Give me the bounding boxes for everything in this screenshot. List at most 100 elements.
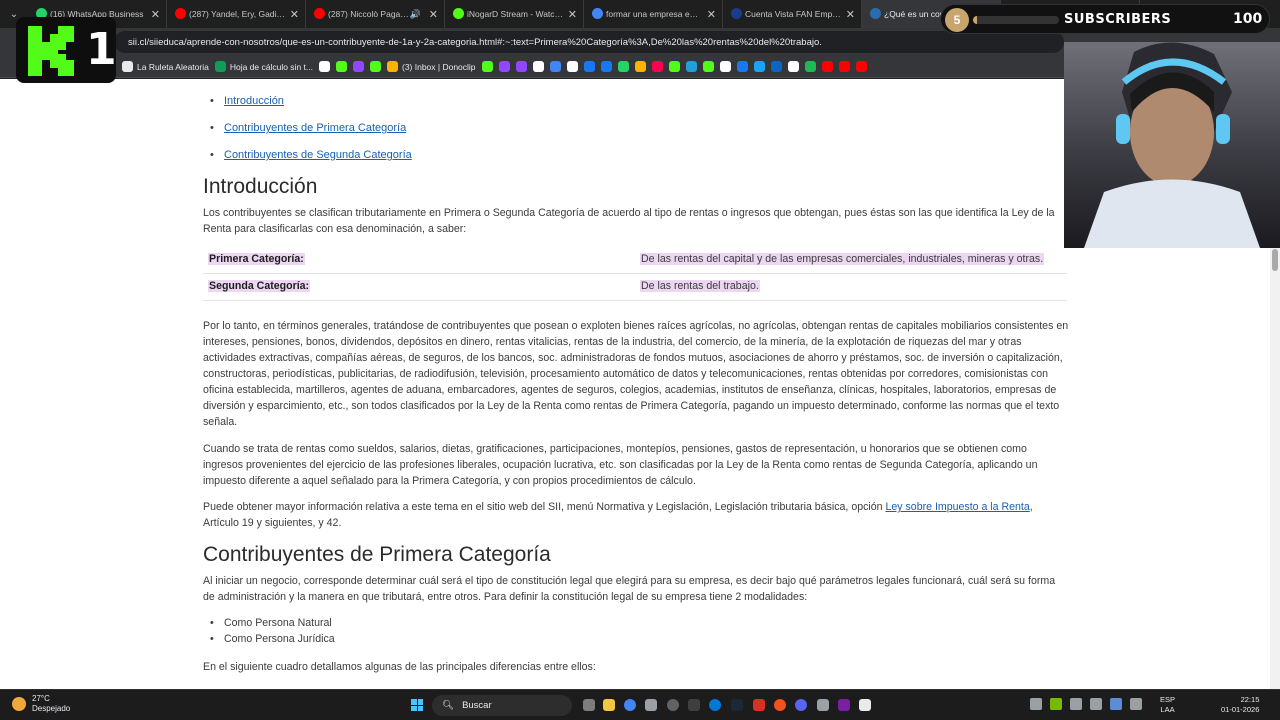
bookmark-favicon-icon <box>214 61 226 72</box>
browser-tab[interactable]: (287) Niccolò Paganini...🔊 ✕ <box>306 0 445 28</box>
chrome-icon[interactable] <box>624 699 636 711</box>
file-explorer-icon[interactable] <box>603 699 615 711</box>
mic-icon[interactable] <box>1130 698 1142 710</box>
browser-tab[interactable]: (287) Yandel, Ery, Gadiel, ... ✕ <box>167 0 306 28</box>
bookmark-item[interactable] <box>770 61 782 72</box>
table-value: De las rentas del trabajo. <box>640 280 760 292</box>
tab-close-icon[interactable]: ✕ <box>846 8 855 21</box>
bookmark-favicon-icon <box>634 61 646 72</box>
bookmark-item[interactable] <box>549 61 561 72</box>
bookmark-item[interactable] <box>583 61 595 72</box>
tray-icon[interactable] <box>1030 698 1042 710</box>
bookmark-item[interactable]: Hoja de cálculo sin t... <box>214 61 313 72</box>
address-bar[interactable]: sii.cl/siieduca/aprende-con-nosotros/que… <box>114 31 1064 53</box>
bookmark-item[interactable] <box>600 61 612 72</box>
taskbar-search[interactable]: 🔍︎ Buscar <box>432 695 572 716</box>
bookmark-favicon-icon <box>335 61 347 72</box>
subscriber-progress-bar <box>973 16 1059 24</box>
app-icon[interactable] <box>838 699 850 711</box>
nvidia-icon[interactable] <box>1050 698 1062 710</box>
tray-icon[interactable] <box>1090 698 1102 710</box>
bookmark-item[interactable] <box>753 61 765 72</box>
windows-start-icon[interactable] <box>411 699 423 711</box>
browser-tab[interactable]: Cuenta Vista FAN Empren... ✕ <box>723 0 862 28</box>
tab-title: (287) Niccolò Paganini... <box>328 9 410 19</box>
language-code: ESP <box>1160 695 1176 704</box>
app-icon[interactable] <box>667 699 679 711</box>
toc-link-segunda-categoria[interactable]: Contribuyentes de Segunda Categoría <box>210 149 412 161</box>
intro-paragraph: Los contribuyentes se clasifican tributa… <box>203 207 1055 235</box>
steam-icon[interactable] <box>731 699 743 711</box>
bookmark-item[interactable] <box>634 61 646 72</box>
bookmark-item[interactable] <box>352 61 364 72</box>
bookmark-item[interactable] <box>498 61 510 72</box>
bookmark-item[interactable] <box>702 61 714 72</box>
tray-icon[interactable] <box>1110 698 1122 710</box>
bookmark-item[interactable] <box>335 61 347 72</box>
weather-condition: Despejado <box>32 704 71 713</box>
clock-time: 22:15 <box>1240 695 1260 704</box>
bookmark-item[interactable] <box>318 61 330 72</box>
bookmark-item[interactable] <box>566 61 578 72</box>
tab-favicon-icon <box>870 8 881 19</box>
app-icon[interactable] <box>774 699 786 711</box>
webcam-overlay <box>1064 42 1280 248</box>
tab-favicon-icon <box>175 8 186 19</box>
app-icon[interactable] <box>709 699 721 711</box>
tab-title: formar una empresa en ch... <box>606 9 703 19</box>
bookmark-item[interactable] <box>804 61 816 72</box>
bookmark-favicon-icon <box>583 61 595 72</box>
ley-renta-link[interactable]: Ley sobre Impuesto a la Renta <box>885 501 1029 513</box>
subscriber-progress-fill <box>973 16 978 24</box>
bookmark-item[interactable] <box>719 61 731 72</box>
bookmark-favicon-icon <box>787 61 799 72</box>
channel-logo: 1 <box>16 17 117 83</box>
tab-close-icon[interactable]: ✕ <box>290 8 299 21</box>
subscriber-label: SUBSCRIBERS <box>1064 12 1172 27</box>
app-icon[interactable] <box>645 699 657 711</box>
bookmark-item[interactable] <box>651 61 663 72</box>
tab-title: Cuenta Vista FAN Empren... <box>745 9 842 19</box>
tab-close-icon[interactable]: ✕ <box>429 8 438 21</box>
tab-close-icon[interactable]: ✕ <box>568 8 577 21</box>
bookmark-item[interactable] <box>481 61 493 72</box>
bookmark-label: Hoja de cálculo sin t... <box>229 61 313 72</box>
tab-favicon-icon <box>731 8 742 19</box>
tab-close-icon[interactable]: ✕ <box>151 8 160 21</box>
tray-icon[interactable] <box>1070 698 1082 710</box>
bookmark-item[interactable]: (3) Inbox | Donoclip <box>386 61 476 72</box>
app-icon[interactable] <box>688 699 700 711</box>
toc-link-introduccion[interactable]: Introducción <box>210 95 284 107</box>
app-icon[interactable] <box>753 699 765 711</box>
bookmark-item[interactable] <box>532 61 544 72</box>
tab-close-icon[interactable]: ✕ <box>707 8 716 21</box>
bookmark-favicon-icon <box>498 61 510 72</box>
clock[interactable]: 22:15 01-01-2026 <box>1221 695 1259 715</box>
bookmark-item[interactable] <box>821 61 833 72</box>
bookmark-label: (3) Inbox | Donoclip <box>401 61 476 72</box>
app-icon[interactable] <box>817 699 829 711</box>
bookmark-favicon-icon <box>719 61 731 72</box>
discord-icon[interactable] <box>795 699 807 711</box>
scrollbar-thumb[interactable] <box>1272 249 1278 271</box>
bookmark-favicon-icon <box>386 61 398 72</box>
language-indicator[interactable]: ESP LAA <box>1160 695 1175 715</box>
tab-audio-icon[interactable]: 🔊 <box>410 9 421 20</box>
bookmark-item[interactable] <box>668 61 680 72</box>
bookmark-item[interactable] <box>855 61 867 72</box>
bookmark-item[interactable] <box>685 61 697 72</box>
app-icon[interactable] <box>859 699 871 711</box>
subscriber-goal-widget: 5 SUBSCRIBERS 100 <box>940 4 1270 34</box>
bookmark-item[interactable] <box>838 61 850 72</box>
browser-tab[interactable]: iNogarD Stream - Watch... ✕ <box>445 0 584 28</box>
bookmark-item[interactable] <box>736 61 748 72</box>
bookmark-item[interactable] <box>369 61 381 72</box>
browser-tab[interactable]: formar una empresa en ch... ✕ <box>584 0 723 28</box>
weather-widget[interactable]: 27°C Despejado <box>12 694 70 714</box>
bookmark-item[interactable] <box>787 61 799 72</box>
bookmark-item[interactable]: La Ruleta Aleatoria <box>122 61 209 72</box>
bookmark-item[interactable] <box>617 61 629 72</box>
bookmark-item[interactable] <box>515 61 527 72</box>
task-view-icon[interactable] <box>583 699 595 711</box>
toc-link-primera-categoria[interactable]: Contribuyentes de Primera Categoría <box>210 122 406 134</box>
